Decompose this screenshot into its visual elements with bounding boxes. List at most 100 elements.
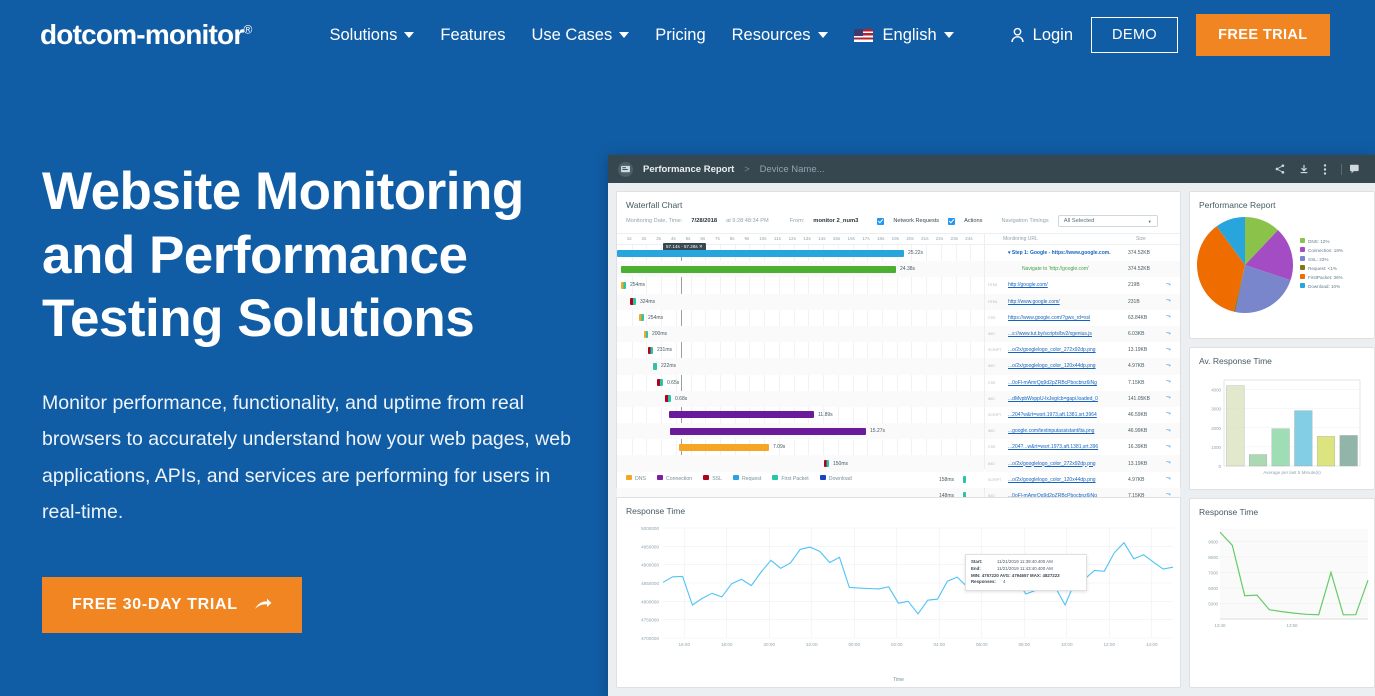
share-icon[interactable] [1275, 164, 1285, 174]
monitoring-url[interactable]: ...o/2x/googlelogo_color_272x92dp.png [1008, 347, 1124, 353]
sparkline-icon[interactable]: ⤳ [1166, 314, 1176, 321]
waterfall-bar[interactable] [824, 460, 829, 468]
waterfall-bar[interactable] [679, 443, 769, 451]
waterfall-bar[interactable] [670, 427, 866, 435]
site-logo[interactable]: dotcom-monitor® [40, 19, 252, 51]
bar[interactable] [1226, 385, 1245, 467]
more-vertical-icon[interactable] [1323, 163, 1327, 175]
waterfall-bar[interactable] [644, 330, 648, 338]
language-selector[interactable]: English [853, 26, 954, 45]
monitoring-url[interactable]: ...204?...w&rt=wsrt.1973,aft.1381,srt.39… [1008, 444, 1124, 450]
waterfall-bar-row[interactable]: 7.09s [617, 439, 984, 455]
waterfall-bar[interactable] [653, 362, 657, 370]
report-icon[interactable] [618, 161, 633, 177]
waterfall-bar-row[interactable]: 200ms [617, 325, 984, 343]
waterfall-url-row[interactable]: IMG ...o/2x/googlelogo_color_120x44dp.png… [985, 358, 1180, 375]
waterfall-bar[interactable] [669, 411, 814, 419]
sparkline-icon[interactable]: ⤳ [1166, 395, 1176, 402]
waterfall-bar[interactable] [665, 395, 671, 403]
sparkline-icon[interactable]: ⤳ [1166, 379, 1176, 386]
sparkline-icon[interactable]: ⤳ [1166, 282, 1176, 289]
waterfall-url-rows: ▾ Step 1: Google - https://www.google.co… [985, 245, 1180, 520]
download-icon[interactable] [1299, 164, 1309, 174]
waterfall-bar[interactable] [963, 476, 966, 484]
monitoring-url[interactable]: https://www.google.com/?gws_rd=ssl [1008, 315, 1124, 321]
monitoring-url[interactable]: ...o/2x/googlelogo_color_120x44dp.png [1008, 477, 1124, 483]
monitoring-url[interactable]: ...s://www.tut.by/scripts/bv2/xgenius.js [1008, 331, 1124, 337]
timeline-tick: 17s [862, 236, 870, 241]
sparkline-icon[interactable]: ⤳ [1166, 411, 1176, 418]
free-30-day-trial-button[interactable]: FREE 30-DAY TRIAL [42, 576, 302, 633]
sparkline-icon[interactable]: ⤳ [1166, 444, 1176, 451]
waterfall-bar-row[interactable]: 158ms [617, 472, 984, 488]
monitoring-url[interactable]: Navigate to 'http://google.com' [1008, 234, 1124, 304]
waterfall-url-row[interactable]: IMG ...google.com/textinputassistant/tia.… [985, 423, 1180, 440]
actions-checkbox[interactable] [948, 217, 956, 225]
monitoring-url[interactable]: ...o/2x/googlelogo_color_272x92dp.png [1008, 461, 1124, 467]
legend-label: Download: 10% [1308, 283, 1341, 289]
sparkline-icon[interactable]: ⤳ [1166, 363, 1176, 370]
monitoring-url[interactable]: ...0oFl-mAmrQq9d2pZRBcPbocbnz6iNg [1008, 380, 1124, 386]
waterfall-url-row[interactable]: CSS https://www.google.com/?gws_rd=ssl 63.… [985, 310, 1180, 326]
waterfall-bar-row[interactable]: 0.65s [617, 375, 984, 391]
waterfall-bar-row[interactable]: 254ms [617, 310, 984, 326]
breadcrumb[interactable]: Device Name... [760, 164, 825, 175]
resource-size: 63.84KB [1128, 314, 1148, 321]
waterfall-bar-row[interactable]: 24.38s [617, 261, 984, 278]
waterfall-url-row[interactable]: IMG ...s://www.tut.by/scripts/bv2/xgenius… [985, 325, 1180, 343]
waterfall-bar[interactable] [657, 379, 663, 387]
waterfall-bar[interactable] [621, 265, 896, 273]
waterfall-bar-row[interactable]: 254ms [617, 277, 984, 293]
sparkline-icon[interactable]: ⤳ [1166, 298, 1176, 305]
nav-item-features[interactable]: Features [440, 26, 505, 45]
waterfall-bar-row[interactable]: 11.89s [617, 407, 984, 423]
waterfall-bar[interactable] [617, 249, 904, 257]
sparkline-icon[interactable]: ⤳ [1166, 347, 1176, 354]
sparkline-icon[interactable]: ⤳ [1166, 331, 1176, 338]
waterfall-url-row[interactable]: CSS ...0oFl-mAmrQq9d2pZRBcPbocbnz6iNg 7.15… [985, 375, 1180, 391]
waterfall-url-row[interactable]: CSS ...204?...w&rt=wsrt.1973,aft.1381,srt… [985, 439, 1180, 455]
sparkline-icon[interactable]: ⤳ [1166, 428, 1176, 435]
waterfall-bar-row[interactable]: 150ms [617, 455, 984, 472]
waterfall-bar[interactable] [630, 298, 636, 306]
nav-item-label: Solutions [329, 25, 398, 44]
monitoring-url[interactable]: ...google.com/textinputassistant/tia.png [1008, 428, 1124, 434]
nav-item-pricing[interactable]: Pricing [655, 26, 705, 45]
waterfall-bar[interactable] [639, 314, 644, 322]
nav-item-solutions[interactable]: Solutions [329, 25, 415, 45]
waterfall-url-row[interactable]: Navigate to 'http://google.com' 374.52KB [985, 261, 1180, 278]
monitoring-url[interactable]: ...o/2x/googlelogo_color_120x44dp.png [1008, 363, 1124, 369]
waterfall-url-row[interactable]: IMG ...o/2x/googlelogo_color_272x92dp.png… [985, 455, 1180, 472]
bar[interactable] [1339, 435, 1358, 467]
waterfall-bar-row[interactable]: 231ms [617, 342, 984, 358]
waterfall-bar-row[interactable]: 222ms [617, 358, 984, 375]
network-requests-checkbox[interactable] [877, 217, 885, 225]
waterfall-bar-row[interactable]: 15.27s [617, 423, 984, 440]
feedback-icon[interactable] [1341, 163, 1361, 175]
navigation-timings-select[interactable]: All Selected ▼ [1057, 215, 1158, 227]
waterfall-bar-row[interactable]: 324ms [617, 293, 984, 310]
x-axis-tick: 13:40 [1215, 623, 1227, 628]
monitoring-url[interactable]: ...dMvpbWxppU-lxJeg/cb=gapi.loaded_0 [1008, 396, 1124, 402]
bar[interactable] [1271, 428, 1290, 467]
demo-button[interactable]: DEMO [1091, 17, 1179, 53]
bar[interactable] [1248, 454, 1268, 467]
waterfall-bar[interactable] [648, 346, 653, 354]
bar[interactable] [1316, 436, 1336, 467]
bar[interactable] [1294, 410, 1313, 467]
waterfall-url-row[interactable]: SCRIPT ...204?w&rt=wsrt.1973,aft.1381,srt… [985, 407, 1180, 423]
login-link[interactable]: Login [1010, 26, 1073, 45]
sparkline-icon[interactable]: ⤳ [1166, 476, 1176, 483]
waterfall-url-row[interactable]: SCRIPT ...o/2x/googlelogo_color_120x44dp.… [985, 472, 1180, 488]
monitoring-url[interactable]: ...204?w&rt=wsrt.1973,aft.1381,srt.3964 [1008, 412, 1124, 418]
free-trial-button[interactable]: FREE TRIAL [1196, 14, 1330, 56]
nav-item-resources[interactable]: Resources [732, 26, 828, 45]
waterfall-bar-row[interactable]: 25.22s [617, 245, 984, 261]
nav-item-use-cases[interactable]: Use Cases [532, 26, 630, 45]
waterfall-url-row[interactable]: SCRIPT ...o/2x/googlelogo_color_272x92dp.… [985, 342, 1180, 358]
waterfall-url-row[interactable]: IMG ...dMvpbWxppU-lxJeg/cb=gapi.loaded_0 1… [985, 390, 1180, 407]
waterfall-bar-row[interactable]: 0.68s [617, 390, 984, 407]
waterfall-bar[interactable] [621, 281, 626, 289]
waterfall-timeline[interactable]: 1s 2s 3s 4s 5s 6s 7s 8s 9s 10s 11s 12s 13s 14s 15s 16s 1… [617, 234, 985, 516]
sparkline-icon[interactable]: ⤳ [1166, 460, 1176, 467]
